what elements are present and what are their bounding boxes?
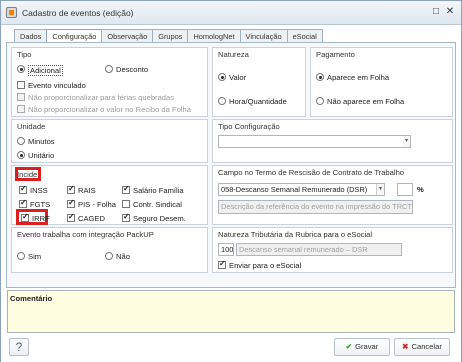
- natureza-group: Natureza Valor Hora/Quantidade: [212, 47, 306, 117]
- tipo-configuracao-title: Tipo Configuração: [218, 122, 280, 131]
- ferias-quebradas-checkbox: [17, 93, 25, 101]
- valor-radio[interactable]: [218, 73, 226, 81]
- desconto-radio[interactable]: [105, 65, 113, 73]
- enviar-esocial-checkbox[interactable]: [218, 259, 226, 269]
- tipo-configuracao-select[interactable]: [218, 135, 411, 148]
- packup-nao-label[interactable]: Não: [116, 252, 130, 261]
- close-icon[interactable]: ✕: [444, 7, 456, 17]
- rais-checkbox[interactable]: [67, 184, 75, 194]
- seguro-desemprego-checkbox[interactable]: [122, 212, 130, 222]
- ferias-quebradas-label: Não proporcionalizar para férias quebrad…: [28, 93, 175, 102]
- incide-group: Incide INSS RAIS Salário Família FGTS PI…: [11, 165, 208, 225]
- pis-folha-checkbox[interactable]: [67, 198, 75, 208]
- help-button[interactable]: ?: [9, 338, 29, 356]
- incide-title: Incide: [17, 170, 38, 179]
- unidade-group: Unidade Minutos Unitário: [11, 119, 208, 163]
- event-register-window: Cadastro de eventos (edição) □ ✕ Dados C…: [0, 0, 462, 362]
- configuration-panel: Tipo Adicional Desconto Evento vinculado…: [6, 42, 456, 288]
- minutos-label[interactable]: Minutos: [28, 137, 55, 146]
- pagamento-title: Pagamento: [316, 50, 355, 59]
- trct-description-input[interactable]: Descrição da referência do evento na imp…: [218, 200, 413, 214]
- gravar-label: Gravar: [355, 342, 379, 351]
- fgts-checkbox[interactable]: [19, 198, 27, 208]
- tipo-group: Tipo Adicional Desconto Evento vinculado…: [11, 47, 208, 117]
- check-icon: ✔: [345, 342, 353, 351]
- fgts-label[interactable]: FGTS: [30, 200, 50, 209]
- recibo-folha-label: Não proporcionalizar o valor no Recibo d…: [28, 105, 191, 114]
- adicional-label[interactable]: Adicional: [28, 65, 63, 76]
- packup-sim-radio[interactable]: [17, 252, 25, 260]
- chevron-down-icon[interactable]: ▾: [403, 135, 411, 148]
- pagamento-group: Pagamento Aparece em Folha Não aparece e…: [310, 47, 453, 117]
- packup-title: Evento trabalha com integração PackUP: [17, 230, 154, 239]
- tab-dados[interactable]: Dados: [14, 29, 48, 43]
- nao-aparece-folha-radio[interactable]: [316, 97, 324, 105]
- caged-checkbox[interactable]: [67, 212, 75, 222]
- irrf-label[interactable]: IRRF: [32, 214, 50, 223]
- recibo-folha-checkbox: [17, 105, 25, 113]
- evento-vinculado-checkbox[interactable]: [17, 81, 25, 89]
- tab-esocial[interactable]: eSocial: [286, 29, 323, 43]
- cancel-icon: ✖: [402, 342, 409, 351]
- percent-label: %: [417, 185, 424, 194]
- rais-label[interactable]: RAIS: [78, 186, 96, 195]
- trct-title: Campo no Termo de Rescisão de Contrato d…: [218, 168, 405, 177]
- tab-vinculacao[interactable]: Vinculação: [239, 29, 288, 43]
- hora-quantidade-label[interactable]: Hora/Quantidade: [229, 97, 287, 106]
- contr-sindical-checkbox[interactable]: [122, 200, 130, 208]
- tab-bar: Dados Configuração Observação Grupos Hom…: [14, 29, 323, 44]
- valor-label[interactable]: Valor: [229, 73, 246, 82]
- inss-label[interactable]: INSS: [30, 186, 48, 195]
- natureza-title: Natureza: [218, 50, 249, 59]
- natureza-description-input: Descanso semanal remunerado – DSR: [236, 243, 402, 256]
- tab-observacao[interactable]: Observação: [101, 29, 154, 43]
- gravar-button[interactable]: ✔ Gravar: [334, 338, 390, 356]
- cancelar-button[interactable]: ✖ Cancelar: [394, 338, 450, 356]
- salario-familia-checkbox[interactable]: [122, 184, 130, 194]
- packup-group: Evento trabalha com integração PackUP Si…: [11, 227, 208, 273]
- app-icon: [6, 7, 17, 18]
- tipo-title: Tipo: [17, 50, 32, 59]
- trct-group: Campo no Termo de Rescisão de Contrato d…: [212, 165, 453, 225]
- button-bar: ? ✔ Gravar ✖ Cancelar: [1, 333, 461, 362]
- natureza-tributaria-title: Natureza Tributária da Rubrica para o eS…: [218, 230, 373, 239]
- packup-sim-label[interactable]: Sim: [28, 252, 41, 261]
- seguro-desemprego-label[interactable]: Seguro Desem.: [133, 214, 186, 223]
- desconto-label[interactable]: Desconto: [116, 65, 148, 74]
- nao-aparece-folha-label[interactable]: Não aparece em Folha: [327, 97, 404, 106]
- enviar-esocial-label[interactable]: Enviar para o eSocial: [229, 261, 301, 270]
- packup-nao-radio[interactable]: [105, 252, 113, 260]
- aparece-folha-label[interactable]: Aparece em Folha: [327, 73, 389, 82]
- unitario-radio[interactable]: [17, 151, 25, 159]
- tab-homolognet[interactable]: HomologNet: [187, 29, 241, 43]
- contr-sindical-label[interactable]: Contr. Sindical: [133, 200, 182, 209]
- comentario-label: Comentário: [10, 294, 53, 303]
- comentario-field[interactable]: Comentário: [7, 290, 455, 333]
- title-bar: Cadastro de eventos (edição) □ ✕: [1, 1, 461, 25]
- trct-select-value: 058-Descanso Semanal Remunerado (DSR): [221, 185, 368, 194]
- trct-percent-input[interactable]: [397, 183, 413, 196]
- adicional-radio[interactable]: [17, 65, 25, 73]
- aparece-folha-radio[interactable]: [316, 73, 324, 81]
- natureza-code-input[interactable]: 1002: [218, 243, 234, 256]
- window-title: Cadastro de eventos (edição): [22, 8, 134, 18]
- caged-label[interactable]: CAGED: [78, 214, 105, 223]
- unidade-title: Unidade: [17, 122, 46, 131]
- cancelar-label: Cancelar: [411, 342, 442, 351]
- trct-select[interactable]: 058-Descanso Semanal Remunerado (DSR) ▾: [218, 183, 385, 196]
- evento-vinculado-label[interactable]: Evento vinculado: [28, 81, 86, 90]
- tipo-configuracao-group: Tipo Configuração ▾: [212, 119, 453, 163]
- inss-checkbox[interactable]: [19, 184, 27, 194]
- irrf-checkbox[interactable]: [21, 212, 29, 222]
- tab-grupos[interactable]: Grupos: [152, 29, 189, 43]
- natureza-tributaria-group: Natureza Tributária da Rubrica para o eS…: [212, 227, 453, 273]
- pis-folha-label[interactable]: PIS - Folha: [78, 200, 116, 209]
- hora-quantidade-radio[interactable]: [218, 97, 226, 105]
- salario-familia-label[interactable]: Salário Família: [133, 186, 184, 195]
- unitario-label[interactable]: Unitário: [28, 151, 54, 160]
- restore-icon[interactable]: □: [430, 7, 442, 17]
- minutos-radio[interactable]: [17, 137, 25, 145]
- trct-chevron-down-icon[interactable]: ▾: [376, 184, 384, 195]
